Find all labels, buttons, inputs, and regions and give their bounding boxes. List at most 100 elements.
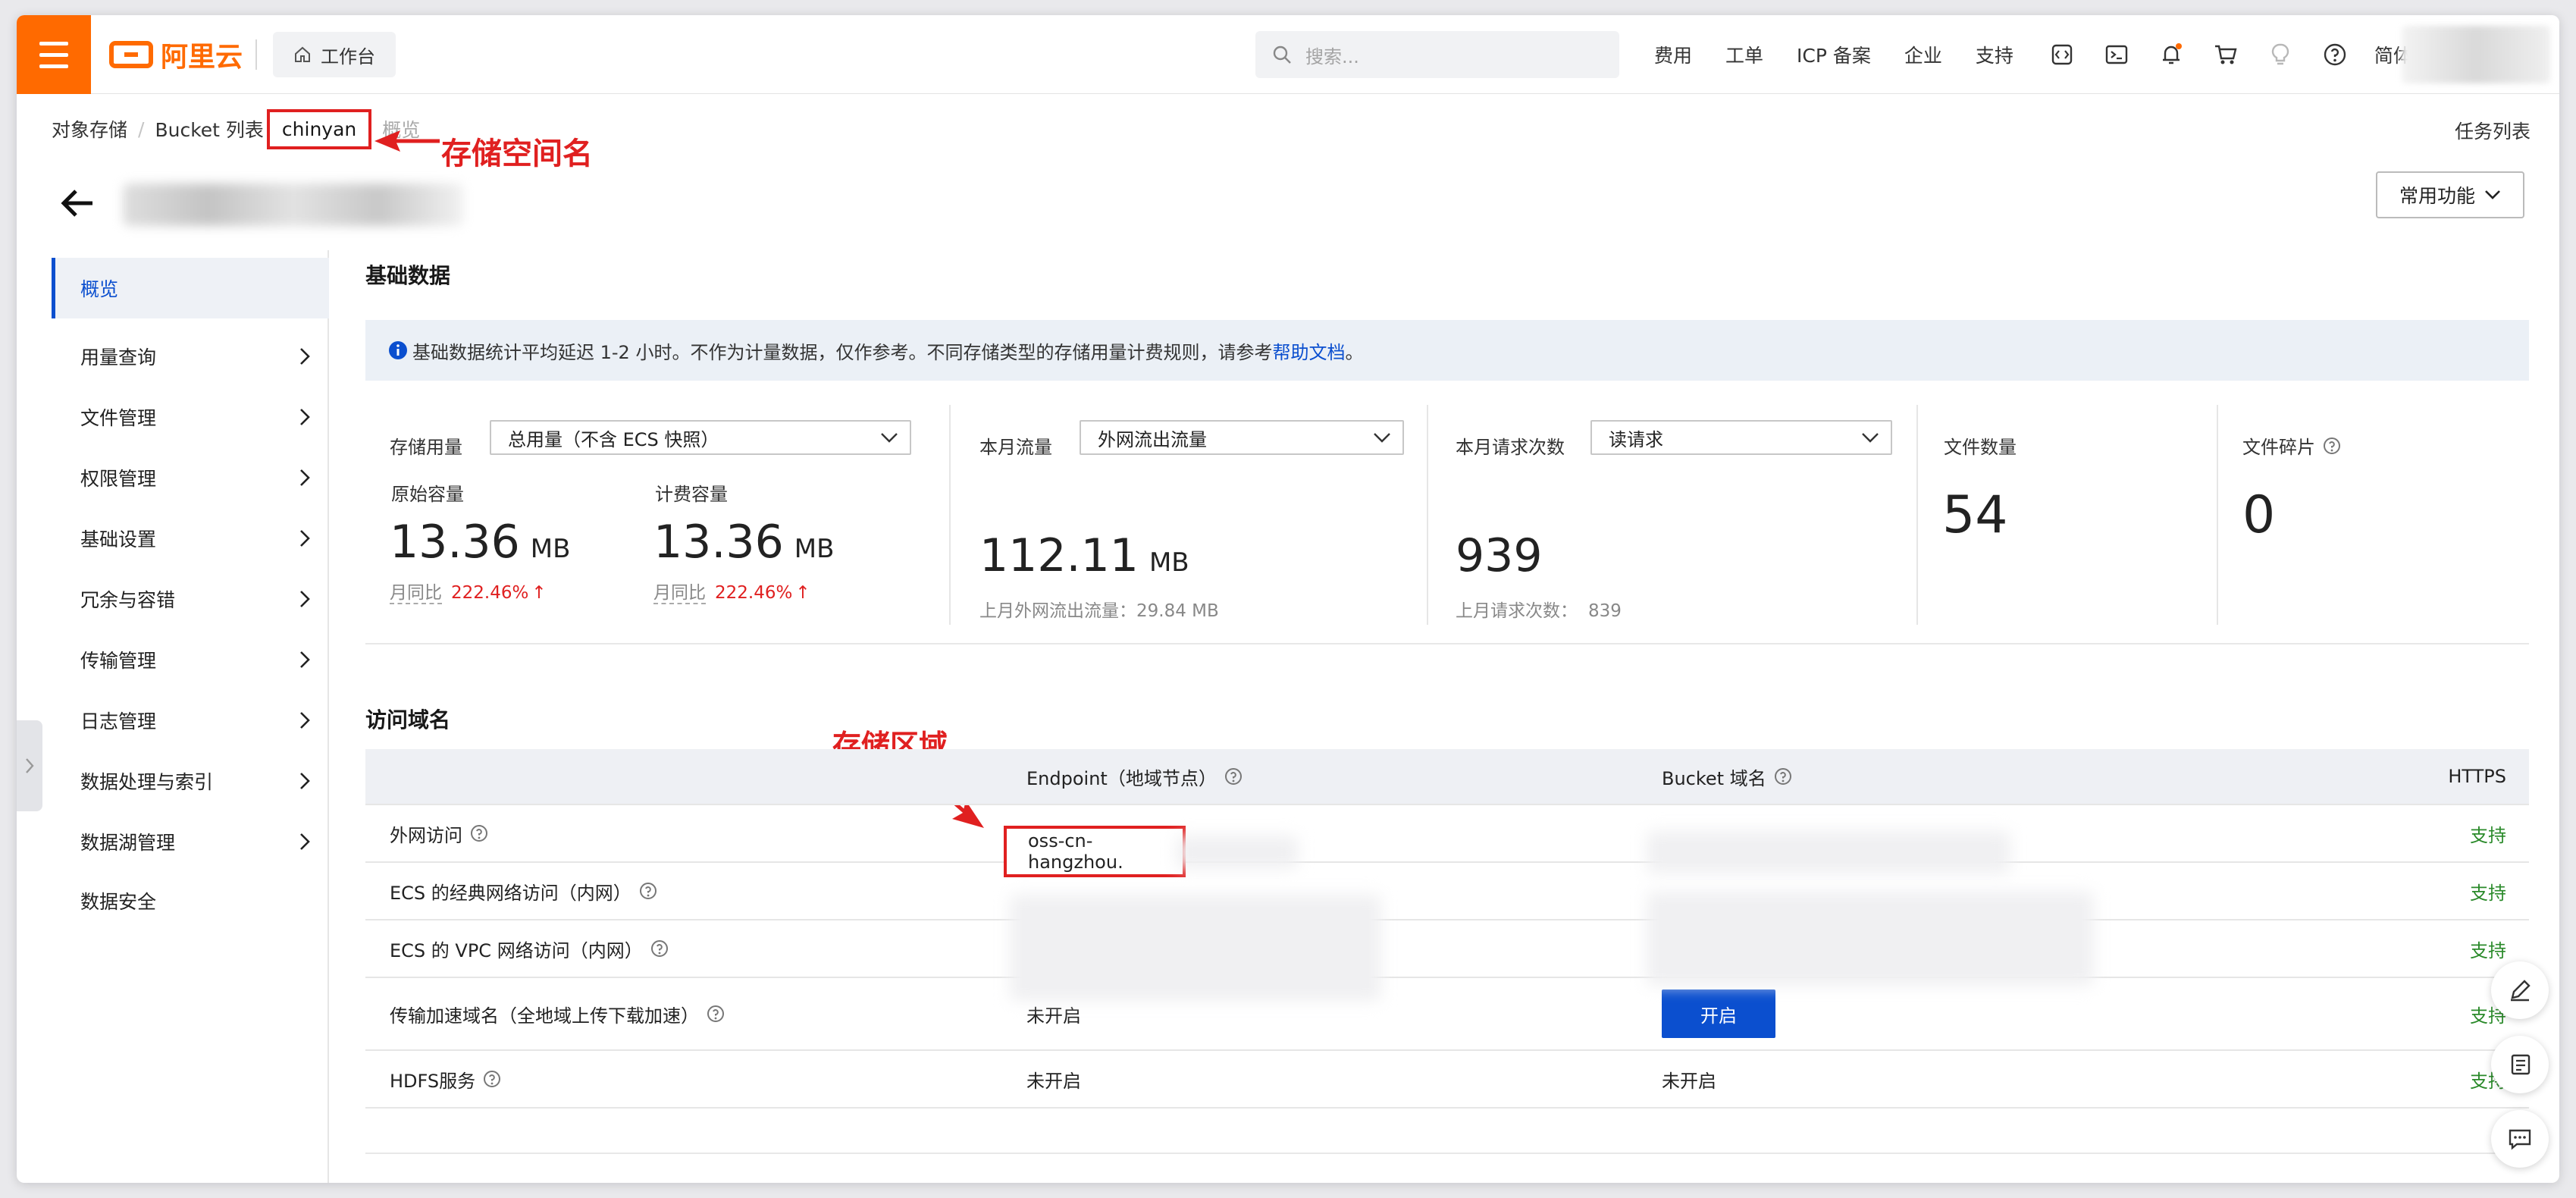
fragments-card: 文件碎片 0 [2218,405,2529,625]
header-https: HTTPS [2448,766,2506,787]
access-type: HDFS服务 [390,1051,501,1107]
notice-end: 。 [1345,341,1364,363]
mom-value: 222.46% [451,583,529,603]
fragments-value: 0 [2242,485,2276,545]
redacted-endpoint-suffix [1177,836,1298,869]
workbench-button[interactable]: 工作台 [273,32,396,77]
question-icon[interactable] [707,1005,725,1023]
access-type: ECS 的 VPC 网络访问（内网） [390,920,669,977]
aliyun-logo[interactable]: 阿里云 [109,36,243,73]
enable-acceleration-button[interactable]: 开启 [1662,989,1775,1038]
breadcrumb-bucket-name[interactable]: chinyan [266,108,372,149]
sidebar-item[interactable]: 日志管理 [52,690,329,751]
breadcrumb-bucket-list[interactable]: Bucket 列表 [155,115,263,143]
bucket-domain-cell: 未开启 [1662,1070,1716,1092]
access-type: ECS 的经典网络访问（内网） [390,863,657,919]
sidebar-item[interactable]: 权限管理 [52,447,329,508]
sidebar-item[interactable]: 用量查询 [52,326,329,387]
search-placeholder: 搜索... [1305,45,1359,67]
notice-text: 基础数据统计平均延迟 1-2 小时。不作为计量数据，仅作参考。不同存储类型的存储… [412,341,1273,363]
breadcrumb-oss[interactable]: 对象存储 [52,115,127,143]
requests-last-month-value: 839 [1588,601,1622,621]
nav-support[interactable]: 支持 [1976,41,2013,68]
bell-icon[interactable] [2156,39,2186,70]
mom-label: 月同比 [390,583,442,604]
question-icon[interactable] [470,824,488,842]
chevron-down-icon [2485,190,2500,199]
traffic-select-value: 外网流出流量 [1098,428,1207,450]
question-icon[interactable] [650,939,669,958]
traffic-card: 本月流量 外网流出流量 112.11 MB 上月外网流出流量：29.84 MB [951,405,1428,625]
user-avatar[interactable] [2402,26,2550,83]
traffic-value: 112.11 MB [979,529,1189,582]
nav-billing[interactable]: 费用 [1654,41,1692,68]
bucket-domain-cell: 开启 [1662,978,1775,1049]
question-icon[interactable] [1774,767,1792,786]
sidebar-item-label: 概览 [80,278,119,300]
terminal-icon[interactable] [2101,39,2132,70]
nav-tickets[interactable]: 工单 [1725,41,1763,68]
billing-capacity-number: 13.36 [653,516,784,569]
question-icon[interactable] [483,1070,501,1088]
code-icon[interactable] [2047,39,2077,70]
hamburger-menu-button[interactable] [17,15,91,94]
file-count-value: 54 [1942,485,2008,545]
cart-icon[interactable] [2211,39,2241,70]
access-type-label: ECS 的 VPC 网络访问（内网） [390,939,643,961]
table-row: HDFS服务 未开启 未开启 支持 [365,1051,2529,1109]
raw-capacity-unit: MB [530,534,571,564]
floating-edit-button[interactable] [2491,961,2549,1019]
sidebar-item[interactable]: 基础设置 [52,508,329,569]
logo-divider [255,39,257,70]
nav-icp[interactable]: ICP 备案 [1797,41,1871,68]
sidebar-item-label: 日志管理 [80,710,157,732]
task-list-link[interactable]: 任务列表 [2455,117,2531,144]
question-icon[interactable] [2323,437,2341,455]
sidebar-item-label: 数据处理与索引 [80,771,214,793]
back-arrow-icon[interactable] [55,180,100,226]
question-icon[interactable] [1224,767,1243,786]
traffic-label: 本月流量 [979,437,1052,458]
sidebar-item[interactable]: 数据安全 [52,870,329,931]
raw-capacity-label: 原始容量 [391,484,464,505]
redacted-internal-domains [1647,892,2094,986]
table-row: 外网访问 支持 [365,805,2529,863]
sidebar-item[interactable]: 数据处理与索引 [52,751,329,811]
endpoint-internet[interactable]: oss-cn-hangzhou. [1004,826,1186,877]
chevron-right-icon [300,591,310,607]
sidebar-item[interactable]: 数据湖管理 [52,811,329,872]
requests-type-select[interactable]: 读请求 [1590,420,1892,455]
chevron-right-icon [300,833,310,850]
help-doc-link[interactable]: 帮助文档 [1272,337,1345,364]
question-icon[interactable] [639,882,657,900]
nav-enterprise[interactable]: 企业 [1904,41,1942,68]
traffic-unit: MB [1149,547,1189,578]
sidebar-item[interactable]: 冗余与容错 [52,569,329,629]
sidebar-collapse-handle[interactable] [17,720,42,811]
bucket-title-redacted [123,183,464,226]
access-domain-title: 访问域名 [365,707,451,732]
chat-icon [2509,1129,2531,1150]
up-arrow-icon: ↑ [531,583,547,603]
sidebar-item[interactable]: 文件管理 [52,387,329,447]
annotation-bucket-name: 存储空间名 [441,136,593,171]
floating-chat-button[interactable] [2491,1110,2549,1168]
storage-card: 存储用量 总用量（不含 ECS 快照） 原始容量 13.36 MB 月同比 222.… [365,405,951,625]
console-window: 阿里云 工作台 搜索... 费用 工单 ICP 备案 企业 支持 简体 对象存储… [17,15,2559,1183]
help-icon[interactable] [2320,39,2350,70]
info-icon [389,341,407,359]
table-row: ECS 的经典网络访问（内网） 支持 [365,863,2529,920]
common-functions-dropdown[interactable]: 常用功能 [2376,171,2524,218]
home-icon [295,46,310,62]
domain-table-header: Endpoint（地域节点） Bucket 域名 HTTPS [365,749,2529,805]
search-input[interactable]: 搜索... [1255,31,1619,78]
bulb-icon[interactable] [2265,39,2296,70]
floating-document-button[interactable] [2491,1036,2549,1093]
billing-capacity-label: 计费容量 [655,484,728,505]
traffic-type-select[interactable]: 外网流出流量 [1080,420,1404,455]
sidebar-item[interactable]: 概览 [52,258,329,318]
storage-type-select[interactable]: 总用量（不含 ECS 快照） [490,420,911,455]
sidebar-item[interactable]: 传输管理 [52,629,329,690]
chevron-right-icon [300,469,310,486]
mom-label: 月同比 [653,583,706,604]
